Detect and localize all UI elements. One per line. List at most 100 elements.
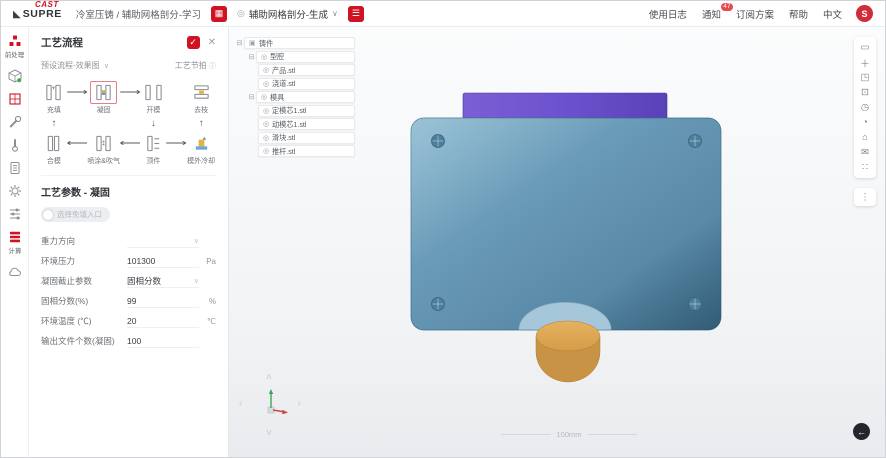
wrench-icon: [8, 115, 22, 129]
tree-row-mold: ⊟ ◎模具: [235, 91, 355, 103]
param-value: 99: [127, 296, 136, 306]
language-link[interactable]: 中文: [823, 7, 842, 21]
model-tree: ⊟ ▣铸件 ⊟ ◎型腔 ◎产品.stl ◎浇道.stl ⊟ ◎模具 ◎定模芯1.…: [235, 37, 355, 159]
eye-icon[interactable]: ◎: [261, 53, 267, 61]
tree-node-label: 型腔: [270, 51, 284, 61]
flow-node-spray-blow[interactable]: [94, 134, 113, 153]
flow-label-external-cooling: 模外冷却: [187, 156, 215, 166]
tree-node-cavity[interactable]: ◎型腔: [256, 51, 355, 63]
tree-node-label: 浇道.stl: [272, 78, 295, 88]
more-tools-icon[interactable]: ⋮: [854, 188, 876, 206]
eye-icon[interactable]: ◎: [263, 107, 269, 115]
app-logo[interactable]: ◣ SUPRE CAST: [13, 8, 62, 20]
arrow-right-icon: ⟶: [66, 87, 88, 98]
sidebar-item-settings[interactable]: [8, 207, 22, 221]
flow-node-mold-open[interactable]: [144, 83, 163, 102]
flow-node-mold-close[interactable]: [44, 134, 63, 153]
close-icon[interactable]: ✕: [208, 37, 216, 48]
logo-cast-text: CAST: [35, 0, 59, 9]
view-navigation-pad: ˄ ˅ ‹ ›: [239, 373, 303, 439]
param-value: 固相分数: [127, 275, 161, 287]
flow-node-eject[interactable]: [144, 134, 163, 153]
logo-text: SUPRE: [23, 8, 62, 20]
collapse-icon[interactable]: ⊟: [247, 53, 256, 61]
cutoff-param-select[interactable]: 固相分数∨: [127, 274, 199, 288]
tree-node-slider[interactable]: ◎滑块.stl: [258, 132, 355, 144]
param-label: 重力方向: [41, 235, 127, 247]
output-files-input[interactable]: 100: [127, 334, 199, 348]
solid-fraction-input[interactable]: 99: [127, 294, 199, 308]
eye-icon[interactable]: ◎: [261, 93, 267, 101]
flow-node-external-cooling[interactable]: [192, 134, 211, 153]
notifications-link[interactable]: 通知 47: [702, 7, 721, 21]
align-axes-icon[interactable]: ＋: [854, 55, 876, 70]
tree-row-casting: ⊟ ▣铸件: [235, 37, 355, 49]
tree-node-moving-core[interactable]: ◎动模芯1.stl: [258, 118, 355, 130]
eye-icon[interactable]: ◎: [263, 120, 269, 128]
sidebar-item-tools[interactable]: [8, 115, 22, 129]
confirm-checkbox[interactable]: ✓: [187, 36, 200, 49]
rotate-down-icon[interactable]: ˅: [266, 429, 272, 439]
cycle-time-label: 工艺节拍: [175, 61, 207, 70]
sidebar-item-material[interactable]: [8, 184, 22, 198]
rotate-left-icon[interactable]: ‹: [239, 399, 242, 409]
task-list-icon[interactable]: ☰: [348, 6, 364, 22]
message-icon[interactable]: ✉: [854, 145, 876, 160]
ambient-temp-input[interactable]: 20: [127, 314, 199, 328]
gravity-direction-select[interactable]: ∨: [127, 234, 199, 248]
preset-flow-dropdown[interactable]: 预设流程-效果图 ∨: [41, 60, 109, 71]
eye-icon[interactable]: ◎: [263, 66, 269, 74]
section-view-icon[interactable]: ◳: [854, 70, 876, 85]
left-icon-rail: 前处理 计算: [1, 27, 29, 457]
timer-icon[interactable]: ◔: [854, 115, 876, 130]
sidebar-item-geometry[interactable]: [8, 69, 22, 83]
cycle-time-link[interactable]: 工艺节拍 ⓘ: [175, 60, 216, 71]
history-icon[interactable]: ◷: [854, 100, 876, 115]
tree-node-label: 产品.stl: [272, 65, 295, 75]
subscription-link[interactable]: 订阅方案: [736, 7, 774, 21]
usage-log-link[interactable]: 使用日志: [649, 7, 687, 21]
scale-bar: 100mm: [501, 430, 637, 439]
sidebar-item-report[interactable]: [8, 161, 22, 175]
sliders-icon: [8, 207, 22, 221]
sidebar-item-cloud[interactable]: [7, 265, 22, 279]
grid-view-icon[interactable]: ∷: [854, 160, 876, 175]
tree-node-fixed-core[interactable]: ◎定模芯1.stl: [258, 105, 355, 117]
sidebar-item-mesh[interactable]: [8, 92, 22, 106]
sidebar-item-preprocess[interactable]: 前处理: [4, 34, 25, 60]
help-link[interactable]: 帮助: [789, 7, 808, 21]
tree-node-casting[interactable]: ▣铸件: [244, 37, 355, 49]
tree-node-mold[interactable]: ◎模具: [256, 91, 355, 103]
project-icon[interactable]: ▦: [211, 6, 227, 22]
eye-icon[interactable]: ◎: [263, 134, 269, 142]
ambient-pressure-input[interactable]: 101300: [127, 254, 199, 268]
eye-icon[interactable]: ◎: [263, 147, 269, 155]
collapse-icon[interactable]: ⊟: [235, 39, 244, 47]
mold-3d-model[interactable]: [391, 84, 736, 399]
sidebar-item-temperature[interactable]: [8, 138, 22, 152]
notifications-label: 通知: [702, 10, 721, 21]
eye-icon[interactable]: ◎: [263, 80, 269, 88]
tree-node-product[interactable]: ◎产品.stl: [258, 64, 355, 76]
collapse-fab[interactable]: ←: [853, 423, 870, 440]
logo-triangle-icon: ◣: [13, 10, 21, 20]
no-fill-toggle[interactable]: 选择免填入口: [41, 207, 110, 222]
rotate-up-icon[interactable]: ˄: [266, 373, 272, 383]
measure-icon[interactable]: ▭: [854, 40, 876, 55]
flow-node-degating[interactable]: [192, 83, 211, 102]
copy-view-icon[interactable]: ⊡: [854, 85, 876, 100]
axis-gizmo[interactable]: [254, 387, 288, 423]
tree-node-ejector[interactable]: ◎推杆.stl: [258, 145, 355, 157]
breadcrumb: 冷室压铸 / 辅助网格剖分-学习: [76, 7, 201, 21]
stage-selector[interactable]: ◎ 辅助网格剖分-生成 ∨: [237, 7, 338, 21]
home-view-icon[interactable]: ⌂: [854, 130, 876, 145]
tree-node-runner[interactable]: ◎浇道.stl: [258, 78, 355, 90]
flow-node-solidification[interactable]: [90, 81, 117, 104]
param-label: 固相分数(%): [41, 295, 127, 307]
collapse-icon[interactable]: ⊟: [247, 93, 256, 101]
arrow-left-icon: ⟵: [66, 138, 88, 149]
avatar[interactable]: S: [856, 5, 873, 22]
flow-node-filling[interactable]: [44, 83, 63, 102]
rotate-right-icon[interactable]: ›: [298, 399, 301, 409]
sidebar-item-compute[interactable]: 计算: [8, 230, 22, 256]
